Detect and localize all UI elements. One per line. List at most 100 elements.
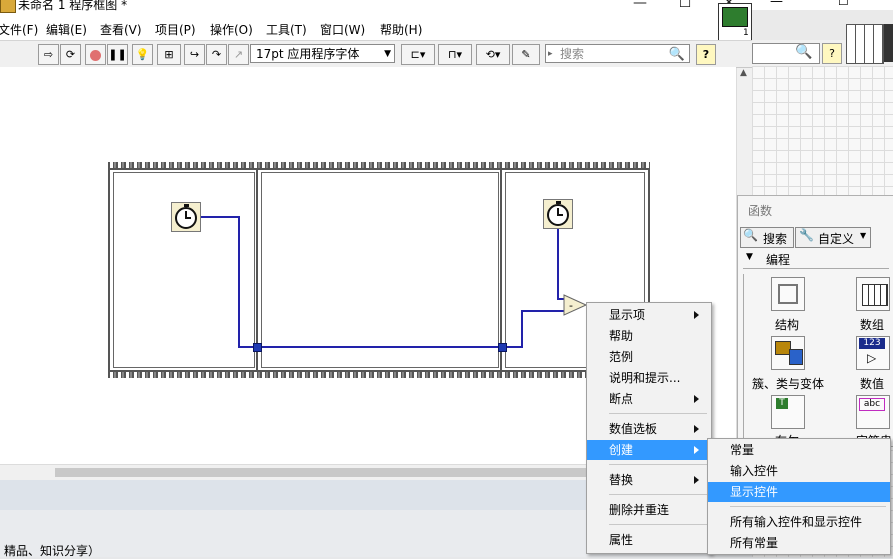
palette-divider xyxy=(743,268,889,269)
pause-icon[interactable]: ❚❚ xyxy=(107,44,128,65)
submenu-arrow-icon xyxy=(694,311,699,319)
vi-icon-edge[interactable] xyxy=(884,24,893,62)
reorder-icon[interactable]: ⟲▾ xyxy=(476,44,510,65)
step-into-icon[interactable]: ↪ xyxy=(184,44,205,65)
background-maximize-button[interactable]: ☐ xyxy=(838,0,849,8)
background-window-titlebar: — ☐ xyxy=(752,0,893,10)
class-graphic xyxy=(789,349,803,365)
maximize-button[interactable]: ☐ xyxy=(672,0,698,13)
submenu-label: 所有输入控件和显示控件 xyxy=(730,515,863,529)
boolean-palette-icon[interactable]: T xyxy=(771,395,805,429)
menu-edit[interactable]: 编辑(E) xyxy=(46,21,87,38)
background-minimize-button[interactable]: — xyxy=(770,0,783,9)
retain-wire-values-icon[interactable]: ⊞ xyxy=(157,44,181,65)
sequence-tunnel[interactable] xyxy=(498,343,507,352)
sequence-tunnel[interactable] xyxy=(253,343,262,352)
bottom-text: 精品、知识分享） xyxy=(4,544,101,558)
highlight-execution-icon[interactable]: 💡 xyxy=(132,44,153,65)
numeric-palette-icon[interactable]: 123 ▷ xyxy=(856,336,890,370)
menu-bar: 文件(F) 编辑(E) 查看(V) 项目(P) 操作(O) 工具(T) 窗口(W… xyxy=(0,3,752,45)
title-bar: 未命名 1 程序框图 * — ☐ ✕ xyxy=(0,0,752,15)
palette-search-button[interactable]: 🔍 搜索 xyxy=(740,227,794,248)
cluster-palette-icon[interactable] xyxy=(771,336,805,370)
context-help-button[interactable]: ? xyxy=(696,44,716,65)
wire-segment[interactable] xyxy=(521,310,523,348)
toolbar: ⇨ ⟳ ❚❚ 💡 ⊞ ↪ ↷ ↗ 17pt 应用程序字体 ▼ ⊏▾ ⊓▾ ⟲▾ … xyxy=(0,40,752,68)
tick-count-timer-icon[interactable] xyxy=(171,202,201,232)
step-out-icon[interactable]: ↗ xyxy=(228,44,249,65)
wire-segment[interactable] xyxy=(238,346,522,348)
background-help-button[interactable]: ? xyxy=(822,43,842,64)
menu-tools[interactable]: 工具(T) xyxy=(266,21,307,38)
vi-icon[interactable]: 1 xyxy=(718,3,752,45)
minimize-button[interactable]: — xyxy=(627,0,653,13)
connector-pane-icon[interactable] xyxy=(846,24,884,64)
subtract-function-icon[interactable]: - xyxy=(563,294,587,316)
font-select-value: 17pt 应用程序字体 xyxy=(256,47,360,61)
search-input[interactable]: ▸ 搜索 🔍 xyxy=(545,44,690,63)
array-palette-icon[interactable] xyxy=(856,277,890,311)
sequence-frame-2[interactable] xyxy=(256,168,504,372)
structures-palette-icon[interactable] xyxy=(771,277,805,311)
submenu-arrow-icon xyxy=(694,446,699,454)
menu-help[interactable]: 帮助(H) xyxy=(380,21,422,38)
clock-hand xyxy=(557,214,563,216)
search-placeholder: 搜索 xyxy=(560,47,585,61)
submenu-arrow-icon xyxy=(694,395,699,403)
horizontal-scroll-thumb[interactable] xyxy=(55,468,595,477)
menu-file[interactable]: 文件(F) xyxy=(0,21,38,38)
create-all-controls-indicators[interactable]: 所有输入控件和显示控件 xyxy=(708,512,890,532)
ctx-create[interactable]: 创建 xyxy=(587,440,711,460)
palette-category-programming[interactable]: ▼ 编程 xyxy=(738,248,893,270)
clock-knob xyxy=(184,204,189,207)
menu-operate[interactable]: 操作(O) xyxy=(210,21,253,38)
run-continuous-icon[interactable]: ⟳ xyxy=(60,44,81,65)
clock-hand xyxy=(185,217,191,219)
step-over-icon[interactable]: ↷ xyxy=(206,44,227,65)
wire-segment[interactable] xyxy=(201,216,239,218)
palette-customize-button[interactable]: 🔧 自定义 ▼ xyxy=(795,227,871,248)
search-caret-icon: ▸ xyxy=(548,49,553,59)
context-help-label: ? xyxy=(702,48,710,61)
palette-search-label: 搜索 xyxy=(763,232,788,246)
menu-view[interactable]: 查看(V) xyxy=(100,21,142,38)
create-indicator[interactable]: 显示控件 xyxy=(708,482,890,502)
create-constant[interactable]: 常量 xyxy=(708,440,890,460)
create-submenu: 常量 输入控件 显示控件 所有输入控件和显示控件 所有常量 xyxy=(707,438,891,555)
frame-2-inner xyxy=(261,172,499,368)
ctx-visible-items[interactable]: 显示项 xyxy=(587,305,711,325)
create-control[interactable]: 输入控件 xyxy=(708,461,890,481)
ctx-examples[interactable]: 范例 xyxy=(587,347,711,367)
align-objects-icon[interactable]: ⊏▾ xyxy=(401,44,435,65)
create-all-constants[interactable]: 所有常量 xyxy=(708,533,890,553)
font-select[interactable]: 17pt 应用程序字体 ▼ xyxy=(250,44,395,63)
ctx-replace[interactable]: 替换 xyxy=(587,470,711,490)
ctx-description[interactable]: 说明和提示... xyxy=(587,368,711,388)
ctx-label: 范例 xyxy=(609,350,634,364)
wire-segment[interactable] xyxy=(521,310,565,312)
ctx-label: 帮助 xyxy=(609,329,634,343)
wire-segment[interactable] xyxy=(238,216,240,347)
background-search-field[interactable]: 🔍 xyxy=(752,43,820,64)
wire-segment[interactable] xyxy=(557,229,559,299)
abort-icon[interactable] xyxy=(85,44,106,65)
clean-up-diagram-icon[interactable]: ✎ xyxy=(512,44,540,65)
ctx-label: 显示项 xyxy=(609,308,646,322)
palette-item-numeric: 数值 xyxy=(860,377,885,391)
menu-project[interactable]: 项目(P) xyxy=(155,21,196,38)
distribute-objects-icon[interactable]: ⊓▾ xyxy=(438,44,472,65)
ctx-properties[interactable]: 属性 xyxy=(587,530,711,550)
ctx-numeric-palette[interactable]: 数值选板 xyxy=(587,419,711,439)
ctx-delete-rewire[interactable]: 删除并重连 xyxy=(587,500,711,520)
ctx-breakpoint[interactable]: 断点 xyxy=(587,389,711,409)
subtract-symbol: - xyxy=(569,299,573,312)
tick-count-timer-icon[interactable] xyxy=(543,199,573,229)
search-icon: 🔍 xyxy=(795,44,813,60)
ctx-separator xyxy=(609,494,707,495)
menu-window[interactable]: 窗口(W) xyxy=(320,21,365,38)
scroll-up-icon[interactable]: ▲ xyxy=(740,68,747,78)
run-arrow-icon[interactable]: ⇨ xyxy=(38,44,59,65)
ctx-help[interactable]: 帮助 xyxy=(587,326,711,346)
search-icon[interactable]: 🔍 xyxy=(669,45,685,64)
string-palette-icon[interactable]: abc xyxy=(856,395,890,429)
